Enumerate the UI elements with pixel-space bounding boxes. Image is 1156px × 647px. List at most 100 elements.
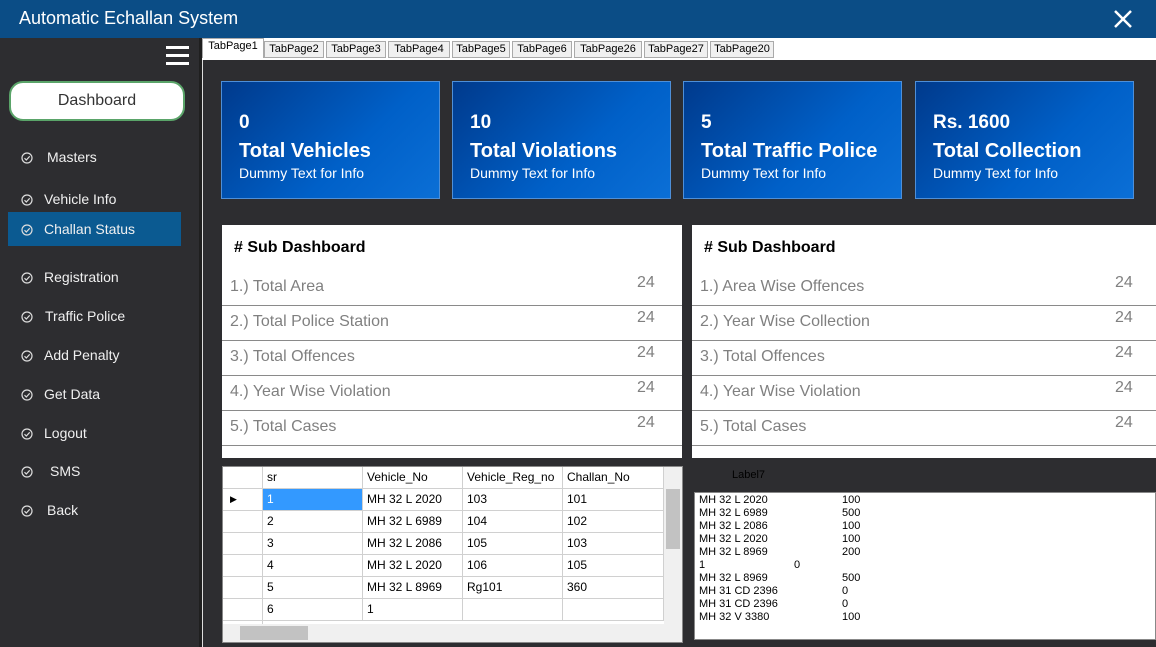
- sidebar-item-challan-status[interactable]: Challan Status: [8, 212, 181, 246]
- grid-cell[interactable]: 1: [363, 599, 463, 621]
- card-value: 10: [470, 112, 492, 133]
- sidebar-item-label: Registration: [44, 269, 119, 285]
- check-circle-icon: [21, 310, 33, 323]
- grid-cell[interactable]: [463, 599, 563, 621]
- grid-cell[interactable]: MH 32 L 8969: [363, 577, 463, 599]
- column-header-vehicle-reg-no[interactable]: Vehicle_Reg_no: [463, 467, 563, 489]
- grid-cell[interactable]: MH 32 L 6989: [363, 511, 463, 533]
- panel-title: # Sub Dashboard: [704, 239, 836, 256]
- grid-cell[interactable]: MH 32 L 2020: [363, 555, 463, 577]
- panel-row[interactable]: 5.) Total Cases 24: [222, 411, 682, 446]
- grid-cell[interactable]: 5: [263, 577, 363, 599]
- row-header[interactable]: [223, 555, 263, 577]
- grid-cell[interactable]: Rg101: [463, 577, 563, 599]
- row-header[interactable]: ▶: [223, 489, 263, 511]
- grid-cell[interactable]: MH 32 L 2020: [363, 489, 463, 511]
- grid-cell[interactable]: 3: [263, 533, 363, 555]
- sidebar-item-sms[interactable]: SMS: [8, 454, 181, 488]
- tab-tabpage20[interactable]: TabPage20: [710, 41, 774, 58]
- sidebar-item-registration[interactable]: Registration: [8, 260, 181, 294]
- check-circle-icon: [21, 271, 33, 284]
- panel-row[interactable]: 1.) Total Area 24: [222, 271, 682, 306]
- row-label: 1.) Total Area: [230, 278, 324, 295]
- grid-cell[interactable]: 6: [263, 599, 363, 621]
- tab-tabpage3[interactable]: TabPage3: [326, 41, 386, 58]
- check-circle-icon: [21, 349, 33, 362]
- line-amount: 100: [842, 533, 861, 545]
- column-header-challan-no[interactable]: Challan_No: [563, 467, 664, 489]
- line-vehicle: MH 31 CD 2396: [699, 585, 778, 597]
- grid-cell[interactable]: 101: [563, 489, 664, 511]
- grid-cell[interactable]: 103: [463, 489, 563, 511]
- grid-cell[interactable]: 105: [463, 533, 563, 555]
- tab-tabpage1[interactable]: TabPage1: [202, 38, 264, 58]
- row-header[interactable]: [223, 511, 263, 533]
- sidebar-item-get-data[interactable]: Get Data: [8, 377, 181, 411]
- grid-cell[interactable]: [563, 599, 664, 621]
- summary-card[interactable]: 5 Total Traffic Police Dummy Text for Info: [683, 81, 902, 199]
- summary-card[interactable]: 0 Total Vehicles Dummy Text for Info: [221, 81, 440, 199]
- row-header[interactable]: [223, 533, 263, 555]
- panel-row[interactable]: 3.) Total Offences 24: [222, 341, 682, 376]
- sidebar-item-traffic-police[interactable]: Traffic Police: [8, 299, 181, 333]
- panel-row[interactable]: 2.) Total Police Station 24: [222, 306, 682, 341]
- sidebar-item-vehicle-info[interactable]: Vehicle Info: [8, 182, 181, 216]
- check-circle-icon: [21, 151, 33, 164]
- challan-data-grid[interactable]: sr Vehicle_No Vehicle_Reg_no Challan_No ▶ 1 MH…: [222, 466, 683, 643]
- panel-row[interactable]: 1.) Area Wise Offences 24: [692, 271, 1156, 306]
- scroll-thumb[interactable]: [240, 626, 308, 640]
- summary-card[interactable]: Rs. 1600 Total Collection Dummy Text for I…: [915, 81, 1134, 199]
- card-value: Rs. 1600: [933, 112, 1011, 133]
- grid-cell[interactable]: 105: [563, 555, 664, 577]
- row-header[interactable]: [223, 599, 263, 621]
- row-value: 24: [637, 274, 655, 291]
- tab-tabpage6[interactable]: TabPage6: [512, 41, 572, 58]
- grid-cell[interactable]: 106: [463, 555, 563, 577]
- row-header[interactable]: [223, 577, 263, 599]
- dashboard-button[interactable]: Dashboard: [9, 81, 185, 121]
- grid-cell[interactable]: 103: [563, 533, 664, 555]
- sidebar-item-label: Logout: [44, 425, 87, 441]
- grid-cell[interactable]: 1: [263, 489, 363, 511]
- row-label: 1.) Area Wise Offences: [700, 278, 865, 295]
- tab-tabpage26[interactable]: TabPage26: [574, 41, 642, 58]
- grid-cell[interactable]: MH 32 L 2086: [363, 533, 463, 555]
- panel-row[interactable]: 5.) Total Cases 24: [692, 411, 1156, 446]
- grid-cell[interactable]: 2: [263, 511, 363, 533]
- output-textbox[interactable]: MH 32 L 2020 100 MH 32 L 6989 500 MH 32 L 20…: [694, 492, 1156, 640]
- scroll-thumb[interactable]: [666, 489, 680, 549]
- column-header-sr[interactable]: sr: [263, 467, 363, 489]
- panel-row[interactable]: 4.) Year Wise Violation 24: [222, 376, 682, 411]
- grid-cell[interactable]: 4: [263, 555, 363, 577]
- grid-cell[interactable]: 104: [463, 511, 563, 533]
- panel-row[interactable]: 2.) Year Wise Collection 24: [692, 306, 1156, 341]
- check-circle-icon: [21, 427, 33, 440]
- panel-title: # Sub Dashboard: [234, 239, 366, 256]
- tab-tabpage27[interactable]: TabPage27: [644, 41, 708, 58]
- sidebar-item-add-penalty[interactable]: Add Penalty: [8, 338, 181, 372]
- close-icon[interactable]: [1110, 6, 1136, 32]
- title-bar: Automatic Echallan System: [0, 0, 1156, 38]
- hamburger-menu-icon[interactable]: [166, 46, 190, 66]
- tab-tabpage5[interactable]: TabPage5: [452, 41, 510, 58]
- tab-tabpage2[interactable]: TabPage2: [264, 41, 324, 58]
- sidebar-item-label: Back: [47, 502, 79, 518]
- sidebar-item-logout[interactable]: Logout: [8, 416, 181, 450]
- sidebar-item-label: Get Data: [44, 386, 101, 402]
- sidebar-item-masters[interactable]: Masters: [8, 140, 181, 174]
- grid-cell[interactable]: 102: [563, 511, 664, 533]
- card-title: Total Vehicles: [239, 140, 371, 162]
- vertical-scrollbar[interactable]: [664, 467, 682, 624]
- tab-tabpage4[interactable]: TabPage4: [388, 41, 450, 58]
- window-title: Automatic Echallan System: [19, 8, 239, 28]
- row-value: 24: [1115, 379, 1133, 396]
- horizontal-scrollbar[interactable]: [223, 624, 664, 642]
- column-header-vehicle-no[interactable]: Vehicle_No: [363, 467, 463, 489]
- line-amount: 500: [842, 572, 861, 584]
- panel-row[interactable]: 4.) Year Wise Violation 24: [692, 376, 1156, 411]
- panel-row[interactable]: 3.) Total Offences 24: [692, 341, 1156, 376]
- summary-card[interactable]: 10 Total Violations Dummy Text for Info: [452, 81, 671, 199]
- grid-cell[interactable]: 360: [563, 577, 664, 599]
- line-vehicle: MH 32 L 8969: [699, 546, 768, 558]
- sidebar-item-back[interactable]: Back: [8, 493, 181, 527]
